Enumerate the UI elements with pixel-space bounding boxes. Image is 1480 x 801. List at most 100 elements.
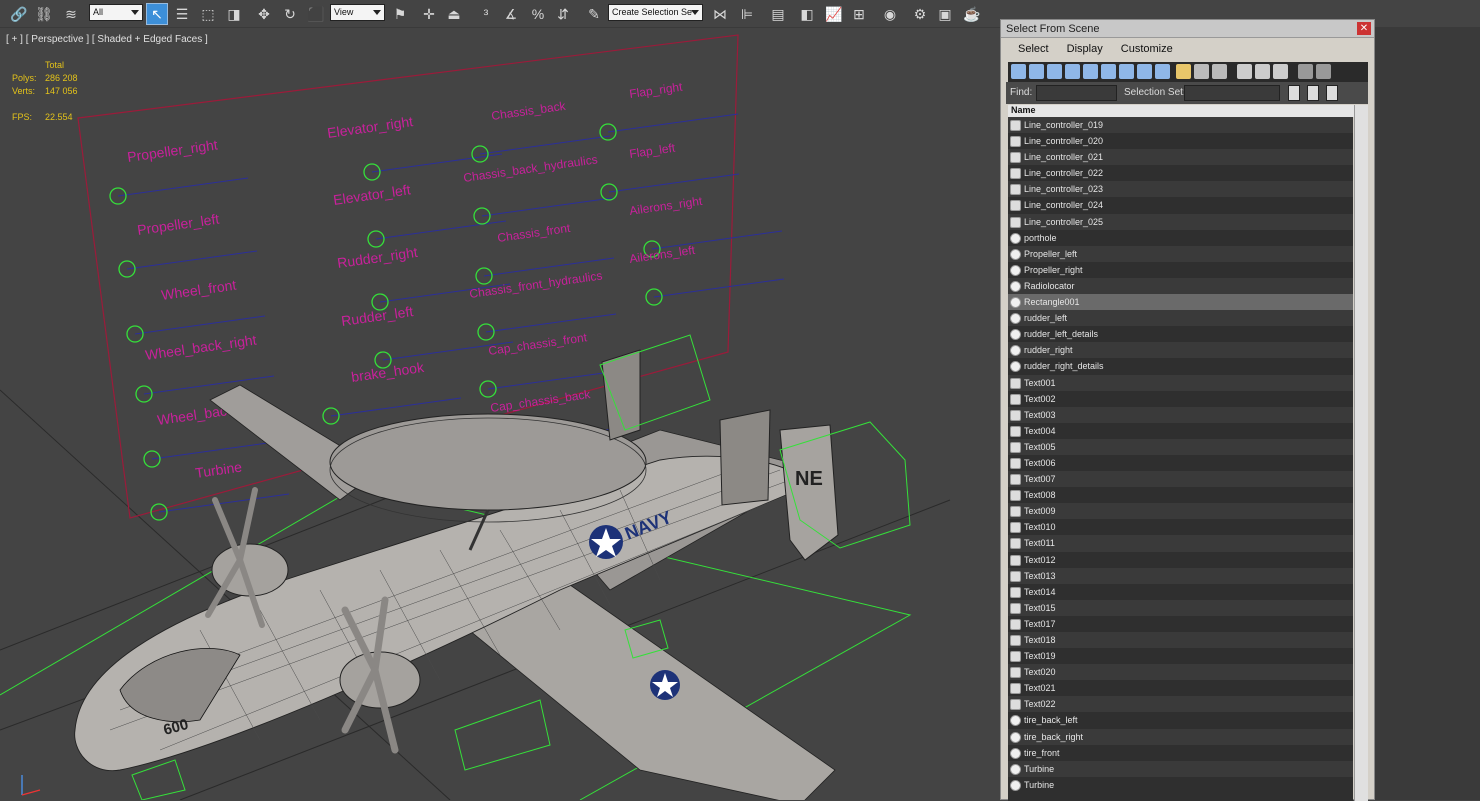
snaps-toggle-icon[interactable]: ³	[475, 3, 497, 25]
schematic-view-icon[interactable]: ⊞	[848, 3, 870, 25]
pivot-center-icon[interactable]: ⚑	[389, 3, 411, 25]
controller-label[interactable]: Turbine	[194, 459, 243, 481]
scene-object-list[interactable]: Line_controller_019 Line_controller_020 Li…	[1008, 117, 1353, 801]
display-invert-icon[interactable]	[1273, 64, 1288, 79]
selection-filter-dropdown[interactable]: All	[89, 4, 143, 21]
list-item[interactable]: tire_front	[1008, 745, 1353, 761]
list-item[interactable]: Line_controller_025	[1008, 213, 1353, 230]
list-item[interactable]: tire_back_right	[1008, 728, 1353, 745]
list-item[interactable]: Text017	[1008, 616, 1353, 632]
list-item[interactable]: Line_controller_021	[1008, 149, 1353, 166]
controller-label[interactable]: Flap_right	[628, 80, 683, 101]
percent-snap-icon[interactable]: %	[527, 3, 549, 25]
list-item[interactable]: Line_controller_023	[1008, 181, 1353, 198]
list-item[interactable]: Line_controller_022	[1008, 165, 1353, 181]
material-editor-icon[interactable]: ◉	[879, 3, 901, 25]
list-item[interactable]: Text015	[1008, 599, 1353, 616]
perspective-viewport[interactable]: Propeller_right Propeller_left Wheel_front…	[0, 30, 1000, 800]
render-production-icon[interactable]: ☕	[961, 3, 983, 25]
list-item[interactable]: Text011	[1008, 535, 1353, 552]
list-item[interactable]: Text021	[1008, 680, 1353, 696]
rectangular-selection-icon[interactable]: ⬚	[197, 3, 219, 25]
menu-select[interactable]: Select	[1018, 43, 1049, 55]
find-input[interactable]	[1036, 85, 1117, 101]
selection-set-dropdown[interactable]	[1184, 85, 1280, 101]
rendered-frame-window-icon[interactable]: ▣	[934, 3, 956, 25]
list-item[interactable]: Text009	[1008, 503, 1353, 520]
list-item[interactable]: porthole	[1008, 230, 1353, 246]
close-icon[interactable]: ✕	[1357, 22, 1371, 35]
reference-coordinate-dropdown[interactable]: View	[330, 4, 385, 21]
list-item[interactable]: Text014	[1008, 584, 1353, 600]
controller-label[interactable]: Chassis_back_hydraulics	[462, 152, 598, 185]
display-containers-icon[interactable]	[1176, 64, 1191, 79]
display-groups-icon[interactable]	[1119, 64, 1134, 79]
curve-editor-icon[interactable]: 📈	[823, 3, 845, 25]
display-none-icon[interactable]	[1255, 64, 1270, 79]
controller-label[interactable]: brake_hook	[350, 359, 426, 385]
controller-label[interactable]: Rudder_right	[336, 244, 418, 271]
controller-label[interactable]: Ailerons_left	[628, 243, 696, 266]
controller-label[interactable]: Elevator_left	[332, 181, 411, 208]
list-item[interactable]: Text006	[1008, 455, 1353, 471]
rotate-icon[interactable]: ↻	[279, 3, 301, 25]
list-item[interactable]: Text010	[1008, 519, 1353, 535]
window-crossing-icon[interactable]: ◨	[223, 3, 245, 25]
menu-display[interactable]: Display	[1067, 43, 1103, 55]
filter-options-icon[interactable]	[1316, 64, 1331, 79]
controller-label[interactable]: Propeller_right	[126, 136, 218, 165]
keyboard-shortcut-override-icon[interactable]: ⏏	[443, 3, 465, 25]
name-column-header[interactable]: Name	[1008, 105, 1354, 117]
controller-label[interactable]: Chassis_front	[496, 221, 571, 245]
list-item[interactable]: Text007	[1008, 471, 1353, 488]
controller-label[interactable]: Chassis_back	[490, 99, 567, 123]
named-selection-sets-dropdown[interactable]: Create Selection Se	[608, 4, 703, 21]
list-item[interactable]: Rectangle001	[1008, 294, 1353, 311]
list-item[interactable]: rudder_right	[1008, 342, 1353, 359]
list-item[interactable]: Propeller_left	[1008, 245, 1353, 262]
display-xrefs-icon[interactable]	[1137, 64, 1152, 79]
list-item[interactable]: rudder_left	[1008, 310, 1353, 327]
create-set-icon[interactable]	[1288, 85, 1300, 101]
list-item[interactable]: rudder_left_details	[1008, 326, 1353, 342]
controller-label[interactable]: Chassis_front_hydraulics	[468, 268, 603, 301]
controller-label[interactable]: Flap_left	[628, 141, 676, 161]
list-item[interactable]: Line_controller_024	[1008, 197, 1353, 213]
select-by-name-icon[interactable]: ☰	[171, 3, 193, 25]
select-object-icon[interactable]: ↖	[146, 3, 168, 25]
render-setup-icon[interactable]: ⚙	[909, 3, 931, 25]
display-shapes-icon[interactable]	[1029, 64, 1044, 79]
list-item[interactable]: Text005	[1008, 438, 1353, 455]
list-item[interactable]: Radiolocator	[1008, 277, 1353, 295]
list-item[interactable]: Text013	[1008, 567, 1353, 584]
list-item[interactable]: Text022	[1008, 696, 1353, 713]
move-icon[interactable]: ✥	[253, 3, 275, 25]
align-icon[interactable]: ⊫	[736, 3, 758, 25]
display-geometry-icon[interactable]	[1011, 64, 1026, 79]
list-item[interactable]: Text001	[1008, 374, 1353, 391]
list-scrollbar[interactable]	[1354, 105, 1368, 801]
display-lights-icon[interactable]	[1047, 64, 1062, 79]
manipulate-icon[interactable]: ✛	[418, 3, 440, 25]
display-bones-icon[interactable]	[1155, 64, 1170, 79]
list-item[interactable]: Text012	[1008, 552, 1353, 568]
list-item[interactable]: Propeller_right	[1008, 262, 1353, 278]
select-from-scene-dialog[interactable]: Select From Scene ✕ Select Display Custo…	[1000, 19, 1375, 801]
list-item[interactable]: Line_controller_019	[1008, 117, 1353, 134]
display-frozen-icon[interactable]	[1194, 64, 1209, 79]
layer-manager-icon[interactable]: ◧	[796, 3, 818, 25]
link-icon[interactable]: 🔗	[8, 3, 30, 25]
controller-label[interactable]: Rudder_left	[340, 303, 414, 329]
viewport-label[interactable]: [ + ] [ Perspective ] [ Shaded + Edged F…	[6, 34, 208, 45]
list-item[interactable]: rudder_right_details	[1008, 358, 1353, 374]
add-to-set-icon[interactable]	[1307, 85, 1319, 101]
scale-icon[interactable]: ⬛	[305, 3, 327, 25]
controller-label[interactable]: Propeller_left	[136, 211, 220, 238]
list-item[interactable]: Text020	[1008, 664, 1353, 681]
controller-label[interactable]: Cap_chassis_front	[487, 330, 588, 358]
scene-explorer-icon[interactable]: ▤	[767, 3, 789, 25]
list-item[interactable]: Text004	[1008, 423, 1353, 439]
angle-snap-icon[interactable]: ∡	[500, 3, 522, 25]
controller-label[interactable]: Elevator_right	[326, 113, 414, 141]
list-item[interactable]: tire_back_left	[1008, 712, 1353, 728]
